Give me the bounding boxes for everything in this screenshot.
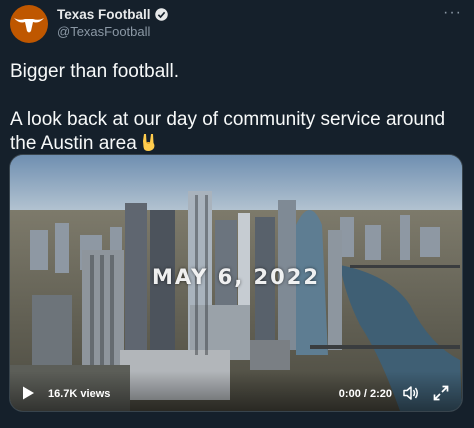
avatar[interactable] xyxy=(10,5,48,43)
handle[interactable]: @TexasFootball xyxy=(57,24,150,39)
display-name[interactable]: Texas Football xyxy=(57,7,151,22)
video-time: 0:00 / 2:20 xyxy=(338,388,392,400)
volume-icon[interactable] xyxy=(402,384,420,402)
fullscreen-icon[interactable] xyxy=(432,384,450,402)
tweet-body: Bigger than football. A look back at our… xyxy=(10,61,446,154)
verified-badge-icon xyxy=(154,8,168,21)
longhorn-logo-icon xyxy=(14,18,44,33)
tweet-text: Bigger than football. A look back at our… xyxy=(10,60,465,159)
video-overlay-date: MAY 6, 2022 xyxy=(151,265,320,289)
play-icon[interactable] xyxy=(20,385,36,401)
video-player[interactable]: MAY 6, 2022 16.7K views 0:00 / 2:20 xyxy=(9,154,463,412)
author-name-row: Texas Football xyxy=(57,7,169,22)
view-count: 16.7K views xyxy=(48,388,111,400)
more-options-icon[interactable]: ··· xyxy=(443,4,462,22)
